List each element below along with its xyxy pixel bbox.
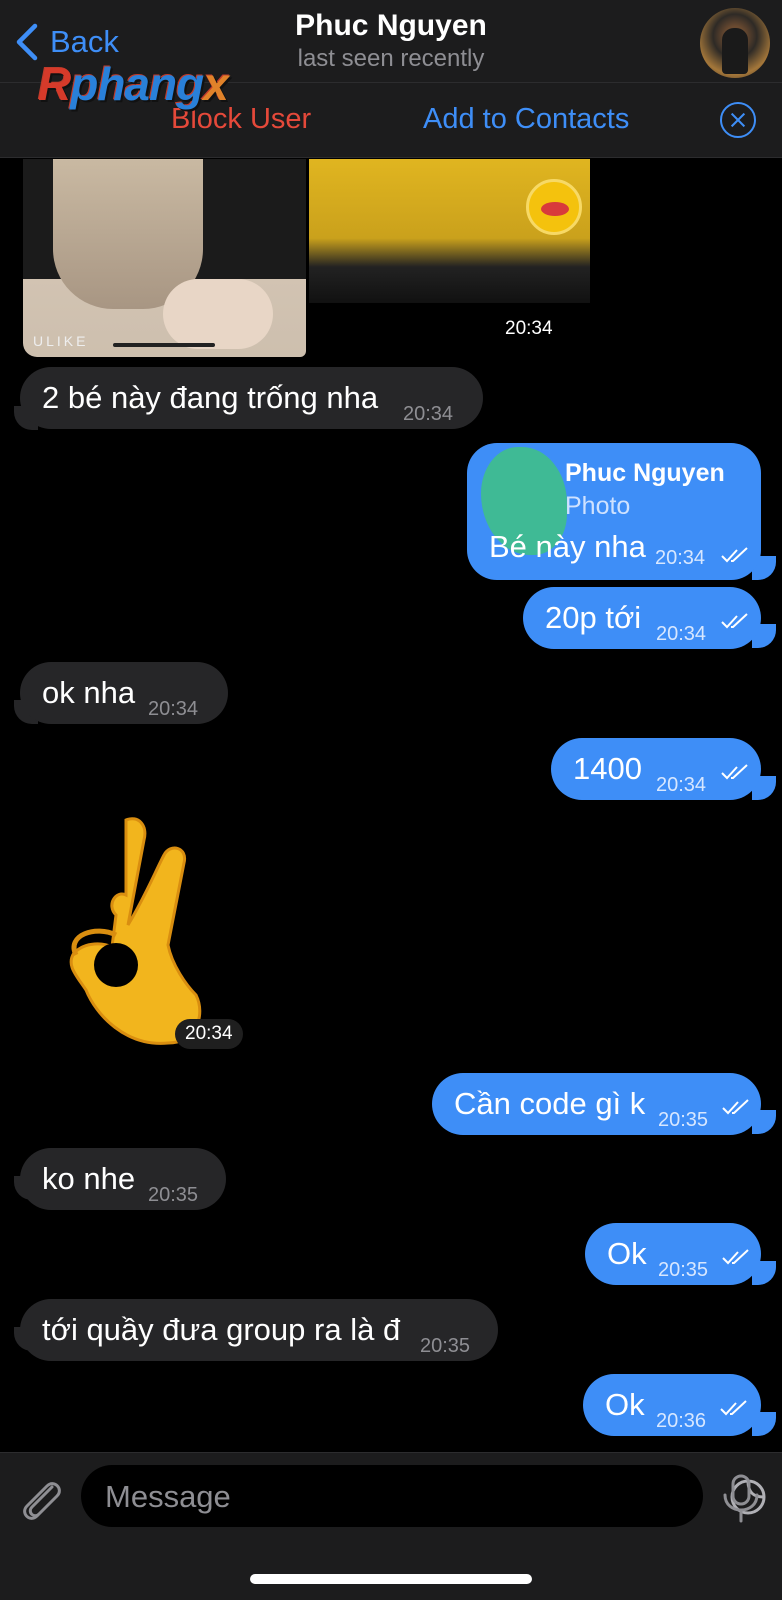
message-text: 2 bé này đang trống nha [42, 380, 379, 415]
message-text: tới quầy đưa group ra là đ [42, 1312, 401, 1347]
sticker-timestamp: 20:34 [175, 1019, 243, 1049]
outgoing-message[interactable]: Ok 20:35 [585, 1223, 761, 1285]
home-indicator [250, 1574, 532, 1584]
message-time: 20:35 [420, 1335, 471, 1357]
outgoing-reply-message[interactable]: Phuc Nguyen Photo Bé này nha 20:34 [467, 443, 761, 580]
message-placeholder: Message [105, 1479, 231, 1514]
avatar[interactable] [700, 8, 770, 78]
message-time: 20:34 [148, 698, 199, 720]
photo-timestamp: 20:34 [505, 318, 553, 339]
watermark-logo: Rphangx [38, 58, 229, 110]
message-time: 20:35 [148, 1184, 199, 1206]
outgoing-message[interactable]: Cần code gì k 20:35 [432, 1073, 761, 1135]
message-time: 20:35 [658, 1259, 709, 1281]
message-time: 20:35 [658, 1109, 709, 1131]
message-text: Bé này nha [489, 529, 646, 564]
message-time: 20:34 [656, 623, 707, 645]
microphone-icon[interactable] [720, 1473, 762, 1523]
add-to-contacts-button[interactable]: Add to Contacts [423, 103, 629, 136]
incoming-message[interactable]: tới quầy đưa group ra là đ 20:35 [20, 1299, 498, 1361]
message-text: Ok [607, 1236, 647, 1271]
read-checkmarks-icon [721, 547, 748, 563]
close-icon[interactable] [720, 102, 756, 138]
incoming-message[interactable]: ok nha 20:34 [20, 662, 228, 724]
read-checkmarks-icon [720, 1400, 747, 1416]
chat-title: Phuc Nguyen [295, 9, 487, 42]
read-checkmarks-icon [721, 764, 748, 780]
lemon-sticker-icon [526, 179, 582, 235]
message-time: 20:34 [403, 403, 454, 425]
read-checkmarks-icon [722, 1099, 749, 1115]
incoming-message[interactable]: ko nhe 20:35 [20, 1148, 226, 1210]
read-checkmarks-icon [721, 613, 748, 629]
photo-watermark: ULIKE [33, 333, 89, 349]
message-text: Cần code gì k [454, 1086, 646, 1121]
message-time: 20:34 [655, 547, 706, 569]
incoming-message[interactable]: 2 bé này đang trống nha 20:34 [20, 367, 483, 429]
read-checkmarks-icon [722, 1249, 749, 1265]
message-time: 20:36 [656, 1410, 707, 1432]
message-time: 20:34 [656, 774, 707, 796]
outgoing-message[interactable]: 20p tới 20:34 [523, 587, 761, 649]
photo-message-1[interactable]: ULIKE [23, 159, 306, 357]
message-text: Ok [605, 1387, 645, 1422]
outgoing-message[interactable]: Ok 20:36 [583, 1374, 761, 1436]
message-input[interactable]: Message [81, 1465, 766, 1527]
message-text: 20p tới [545, 600, 642, 635]
message-text: 1400 [573, 751, 642, 786]
paperclip-icon[interactable] [18, 1473, 62, 1523]
message-text: ok nha [42, 675, 136, 710]
ok-hand-sticker-icon[interactable] [56, 815, 221, 1045]
message-text: ko nhe [42, 1161, 136, 1196]
photo-message-2[interactable] [309, 159, 590, 303]
outgoing-message[interactable]: 1400 20:34 [551, 738, 761, 800]
quoted-sender: Phuc Nguyen [565, 459, 725, 487]
quoted-type: Photo [565, 492, 631, 520]
